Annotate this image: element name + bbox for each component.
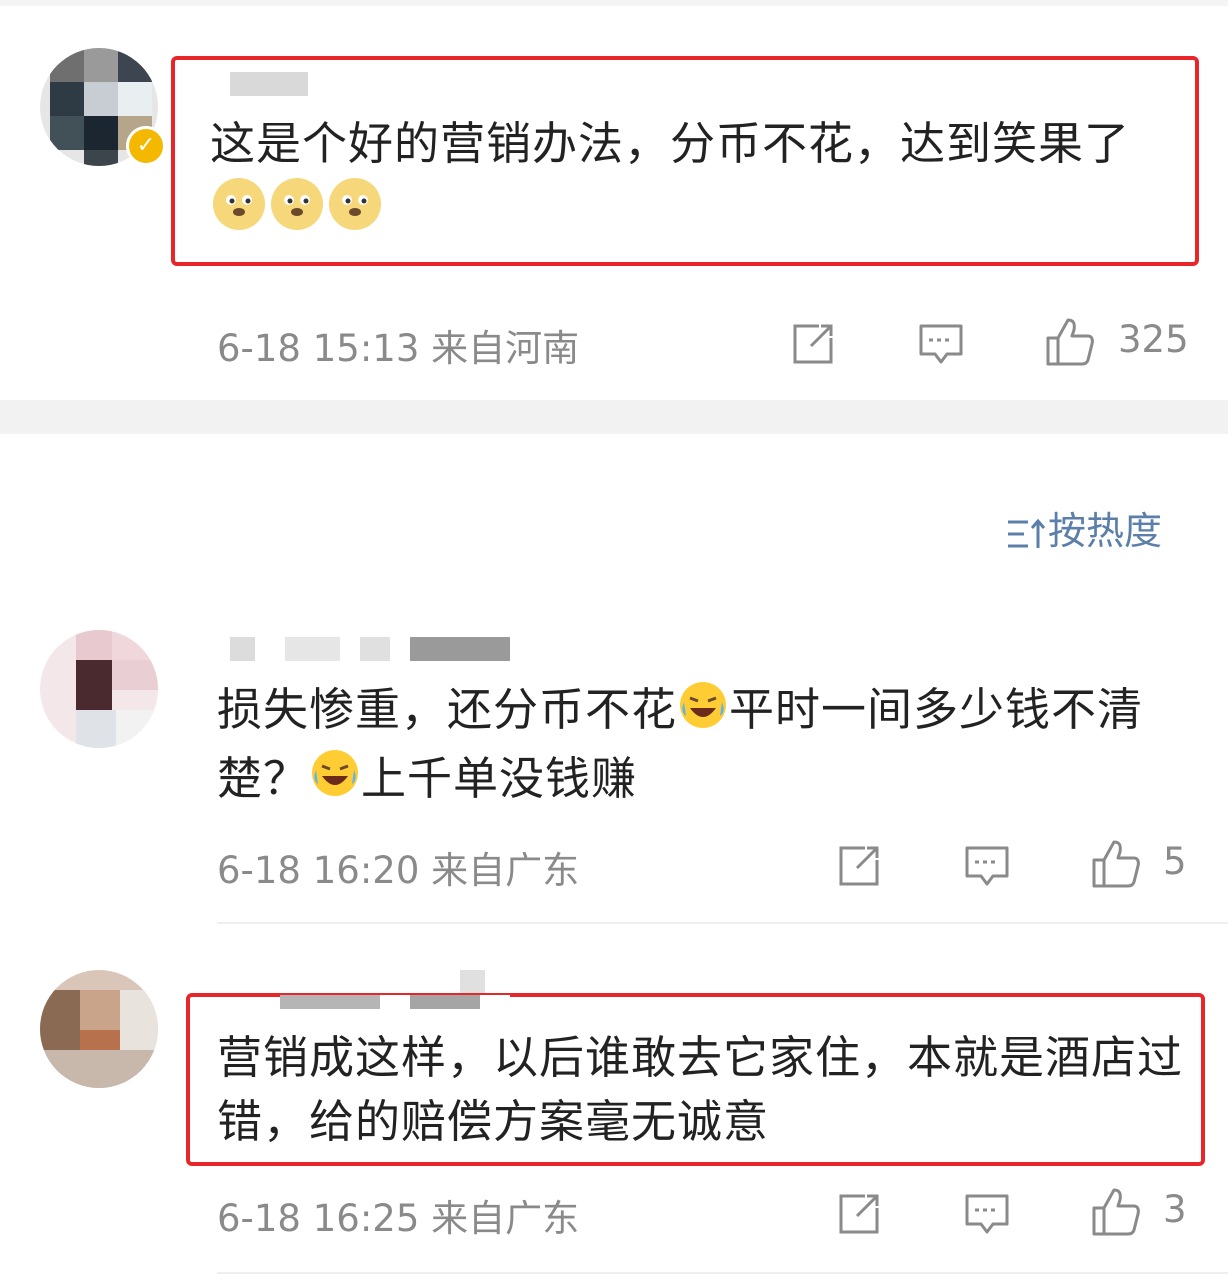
top-divider xyxy=(0,0,1228,6)
verified-badge-icon: ✓ xyxy=(126,126,166,166)
comment-location: 来自广东 xyxy=(431,849,580,892)
like-count: 3 xyxy=(1163,1188,1187,1231)
comment-divider xyxy=(217,1272,1228,1274)
comment-time: 6-18 16:25 xyxy=(217,1197,420,1240)
comment-text: 这是个好的营销办法，分币不花，达到笑果了 xyxy=(210,112,1185,249)
laugh-cry-emoji xyxy=(678,680,728,747)
username-blurred[interactable] xyxy=(230,637,510,661)
reply-icon[interactable] xyxy=(917,320,965,368)
like-icon[interactable] xyxy=(1090,838,1142,890)
comment-meta: 6-18 15:13 来自河南 xyxy=(217,318,579,372)
doge-emoji xyxy=(327,176,383,249)
sort-button[interactable]: 按热度 xyxy=(1006,500,1162,555)
comment-meta: 6-18 16:25 来自广东 xyxy=(217,1188,579,1242)
like-icon[interactable] xyxy=(1044,316,1096,368)
comment-meta: 6-18 16:20 来自广东 xyxy=(217,840,579,894)
username-blurred-overlap xyxy=(280,995,510,1009)
avatar[interactable] xyxy=(40,970,158,1088)
username-blurred[interactable] xyxy=(280,970,510,994)
like-count: 5 xyxy=(1163,840,1187,883)
comment-time: 6-18 15:13 xyxy=(217,327,420,370)
reply-icon[interactable] xyxy=(963,1190,1011,1238)
share-icon[interactable] xyxy=(835,1190,883,1238)
sort-label: 按热度 xyxy=(1048,509,1163,553)
doge-emoji xyxy=(269,176,325,249)
section-divider xyxy=(0,400,1228,434)
comment-location: 来自广东 xyxy=(431,1197,580,1240)
doge-emoji xyxy=(211,176,267,249)
comment-divider xyxy=(217,922,1228,924)
like-count: 325 xyxy=(1118,318,1189,361)
like-icon[interactable] xyxy=(1090,1186,1142,1238)
sort-icon xyxy=(1008,518,1046,548)
comment-text: 损失惨重，还分币不花 平时一间多少钱不清楚？ 上千单没钱赚 xyxy=(217,678,1192,815)
reply-icon[interactable] xyxy=(963,842,1011,890)
comment-time: 6-18 16:20 xyxy=(217,849,420,892)
laugh-cry-emoji xyxy=(310,748,360,815)
share-icon[interactable] xyxy=(789,320,837,368)
comment-location: 来自河南 xyxy=(431,327,580,370)
share-icon[interactable] xyxy=(835,842,883,890)
comment-text: 营销成这样，以后谁敢去它家住，本就是酒店过错，给的赔偿方案毫无诚意 xyxy=(217,1031,1184,1148)
avatar[interactable] xyxy=(40,630,158,748)
